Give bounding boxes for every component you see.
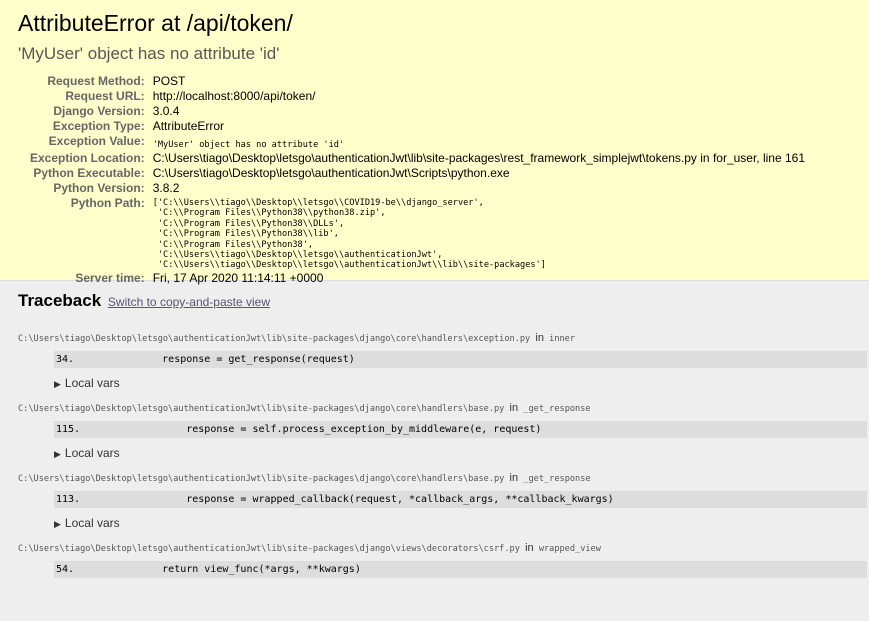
local-vars-toggle[interactable]: ▶ Local vars	[54, 376, 851, 392]
frame-filename: C:\Users\tiago\Desktop\letsgo\authentica…	[18, 334, 531, 344]
exception-location-label: Exception Location:	[30, 151, 145, 165]
python-path-entry: 'C:\\Users\\tiago\\Desktop\\letsgo\\auth…	[152, 250, 443, 261]
traceback-heading: Traceback Switch to copy-and-paste view	[18, 291, 851, 312]
frame-line-number: 54.	[56, 564, 75, 575]
page-title: AttributeError at /api/token/	[18, 10, 293, 36]
traceback-frame: C:\Users\tiago\Desktop\letsgo\authentica…	[18, 332, 867, 392]
python-path-entry: 'C:\\Users\\tiago\\Desktop\\letsgo\\auth…	[152, 260, 546, 271]
python-version-row: Python Version: 3.8.2	[30, 181, 805, 196]
frame-context-line[interactable]: 34. response = get_response(request)	[54, 351, 867, 368]
frame-code: response = wrapped_callback(request, *ca…	[114, 494, 614, 505]
local-vars-toggle[interactable]: ▶ Local vars	[54, 446, 851, 462]
switch-to-copy-paste-link[interactable]: Switch to copy-and-paste view	[108, 295, 270, 309]
request-method-row: Request Method: POST	[30, 74, 805, 89]
python-path-list: ['C:\\Users\\tiago\\Desktop\\letsgo\\COV…	[153, 198, 805, 271]
frame-code: return view_func(*args, **kwargs)	[114, 564, 361, 575]
error-summary: AttributeError at /api/token/ 'MyUser' o…	[0, 0, 869, 285]
exception-value-value: 'MyUser' object has no attribute 'id'	[152, 140, 345, 150]
frame-in-word: in	[535, 332, 544, 344]
python-path-entry: 'C:\\Program Files\\Python38',	[152, 239, 314, 250]
frame-function: _get_response	[523, 474, 591, 484]
django-version-value: 3.0.4	[152, 104, 180, 118]
request-url-value: http://localhost:8000/api/token/	[152, 89, 316, 103]
request-url-row: Request URL: http://localhost:8000/api/t…	[30, 89, 805, 104]
exception-type-value: AttributeError	[152, 119, 225, 133]
triangle-right-icon: ▶	[54, 379, 61, 389]
traceback-frame: C:\Users\tiago\Desktop\letsgo\authentica…	[18, 542, 867, 578]
frame-location: C:\Users\tiago\Desktop\letsgo\authentica…	[18, 332, 851, 345]
triangle-right-icon: ▶	[54, 449, 61, 459]
request-method-label: Request Method:	[47, 74, 145, 88]
frame-location: C:\Users\tiago\Desktop\letsgo\authentica…	[18, 472, 851, 485]
traceback-title: Traceback	[18, 291, 102, 310]
frame-code: response = get_response(request)	[114, 354, 355, 365]
frame-location: C:\Users\tiago\Desktop\letsgo\authentica…	[18, 542, 851, 555]
local-vars-label: Local vars	[64, 446, 120, 460]
python-version-value: 3.8.2	[152, 181, 180, 195]
python-path-entry: 'C:\\Program Files\\Python38\\lib',	[152, 229, 339, 240]
django-version-row: Django Version: 3.0.4	[30, 104, 805, 119]
python-path-entry: ['C:\\Users\\tiago\\Desktop\\letsgo\\COV…	[152, 198, 484, 208]
python-executable-value: C:\Users\tiago\Desktop\letsgo\authentica…	[152, 166, 510, 180]
frame-location: C:\Users\tiago\Desktop\letsgo\authentica…	[18, 402, 851, 415]
frame-context-line[interactable]: 113. response = wrapped_callback(request…	[54, 491, 867, 508]
exception-location-value: C:\Users\tiago\Desktop\letsgo\authentica…	[152, 151, 805, 165]
python-path-label: Python Path:	[70, 196, 145, 210]
frame-in-word: in	[509, 402, 519, 414]
exception-type-row: Exception Type: AttributeError	[30, 119, 805, 134]
frame-context-line[interactable]: 115. response = self.process_exception_b…	[54, 421, 867, 438]
frame-filename: C:\Users\tiago\Desktop\letsgo\authentica…	[18, 474, 505, 484]
frame-function: _get_response	[523, 404, 591, 414]
local-vars-label: Local vars	[64, 516, 120, 530]
frame-line-number: 115.	[56, 424, 81, 435]
request-info-table: Request Method: POST Request URL: http:/…	[30, 74, 805, 286]
frame-line-number: 113.	[56, 494, 81, 505]
exception-message: 'MyUser' object has no attribute 'id'	[18, 44, 280, 63]
python-executable-label: Python Executable:	[33, 166, 145, 180]
frame-filename: C:\Users\tiago\Desktop\letsgo\authentica…	[18, 544, 520, 554]
request-method-value: POST	[152, 74, 186, 88]
exception-value-label: Exception Value:	[48, 134, 145, 148]
frame-context-line[interactable]: 54. return view_func(*args, **kwargs)	[54, 561, 867, 578]
request-url-label: Request URL:	[65, 89, 145, 103]
django-version-label: Django Version:	[53, 104, 145, 118]
exception-location-row: Exception Location: C:\Users\tiago\Deskt…	[30, 151, 805, 166]
frame-line-number: 34.	[56, 354, 75, 365]
local-vars-toggle[interactable]: ▶ Local vars	[54, 516, 851, 532]
traceback-frame: C:\Users\tiago\Desktop\letsgo\authentica…	[18, 402, 867, 462]
exception-type-label: Exception Type:	[52, 119, 145, 133]
frame-function: wrapped_view	[538, 544, 601, 554]
frame-in-word: in	[525, 542, 534, 554]
python-executable-row: Python Executable: C:\Users\tiago\Deskto…	[30, 166, 805, 181]
python-version-label: Python Version:	[53, 181, 145, 195]
triangle-right-icon: ▶	[54, 519, 61, 529]
traceback-frame: C:\Users\tiago\Desktop\letsgo\authentica…	[18, 472, 867, 532]
frame-function: inner	[549, 334, 576, 344]
traceback-section: Traceback Switch to copy-and-paste view …	[0, 281, 869, 578]
python-path-entry: 'C:\\Program Files\\Python38\\DLLs',	[152, 218, 345, 229]
frame-filename: C:\Users\tiago\Desktop\letsgo\authentica…	[18, 404, 505, 414]
local-vars-label: Local vars	[64, 376, 120, 390]
python-path-entry: 'C:\\Program Files\\Python38\\python38.z…	[152, 208, 386, 219]
python-path-row: Python Path: ['C:\\Users\\tiago\\Desktop…	[30, 196, 805, 271]
frame-code: response = self.process_exception_by_mid…	[114, 424, 542, 435]
frame-in-word: in	[509, 472, 519, 484]
exception-value-row: Exception Value: 'MyUser' object has no …	[30, 134, 805, 151]
